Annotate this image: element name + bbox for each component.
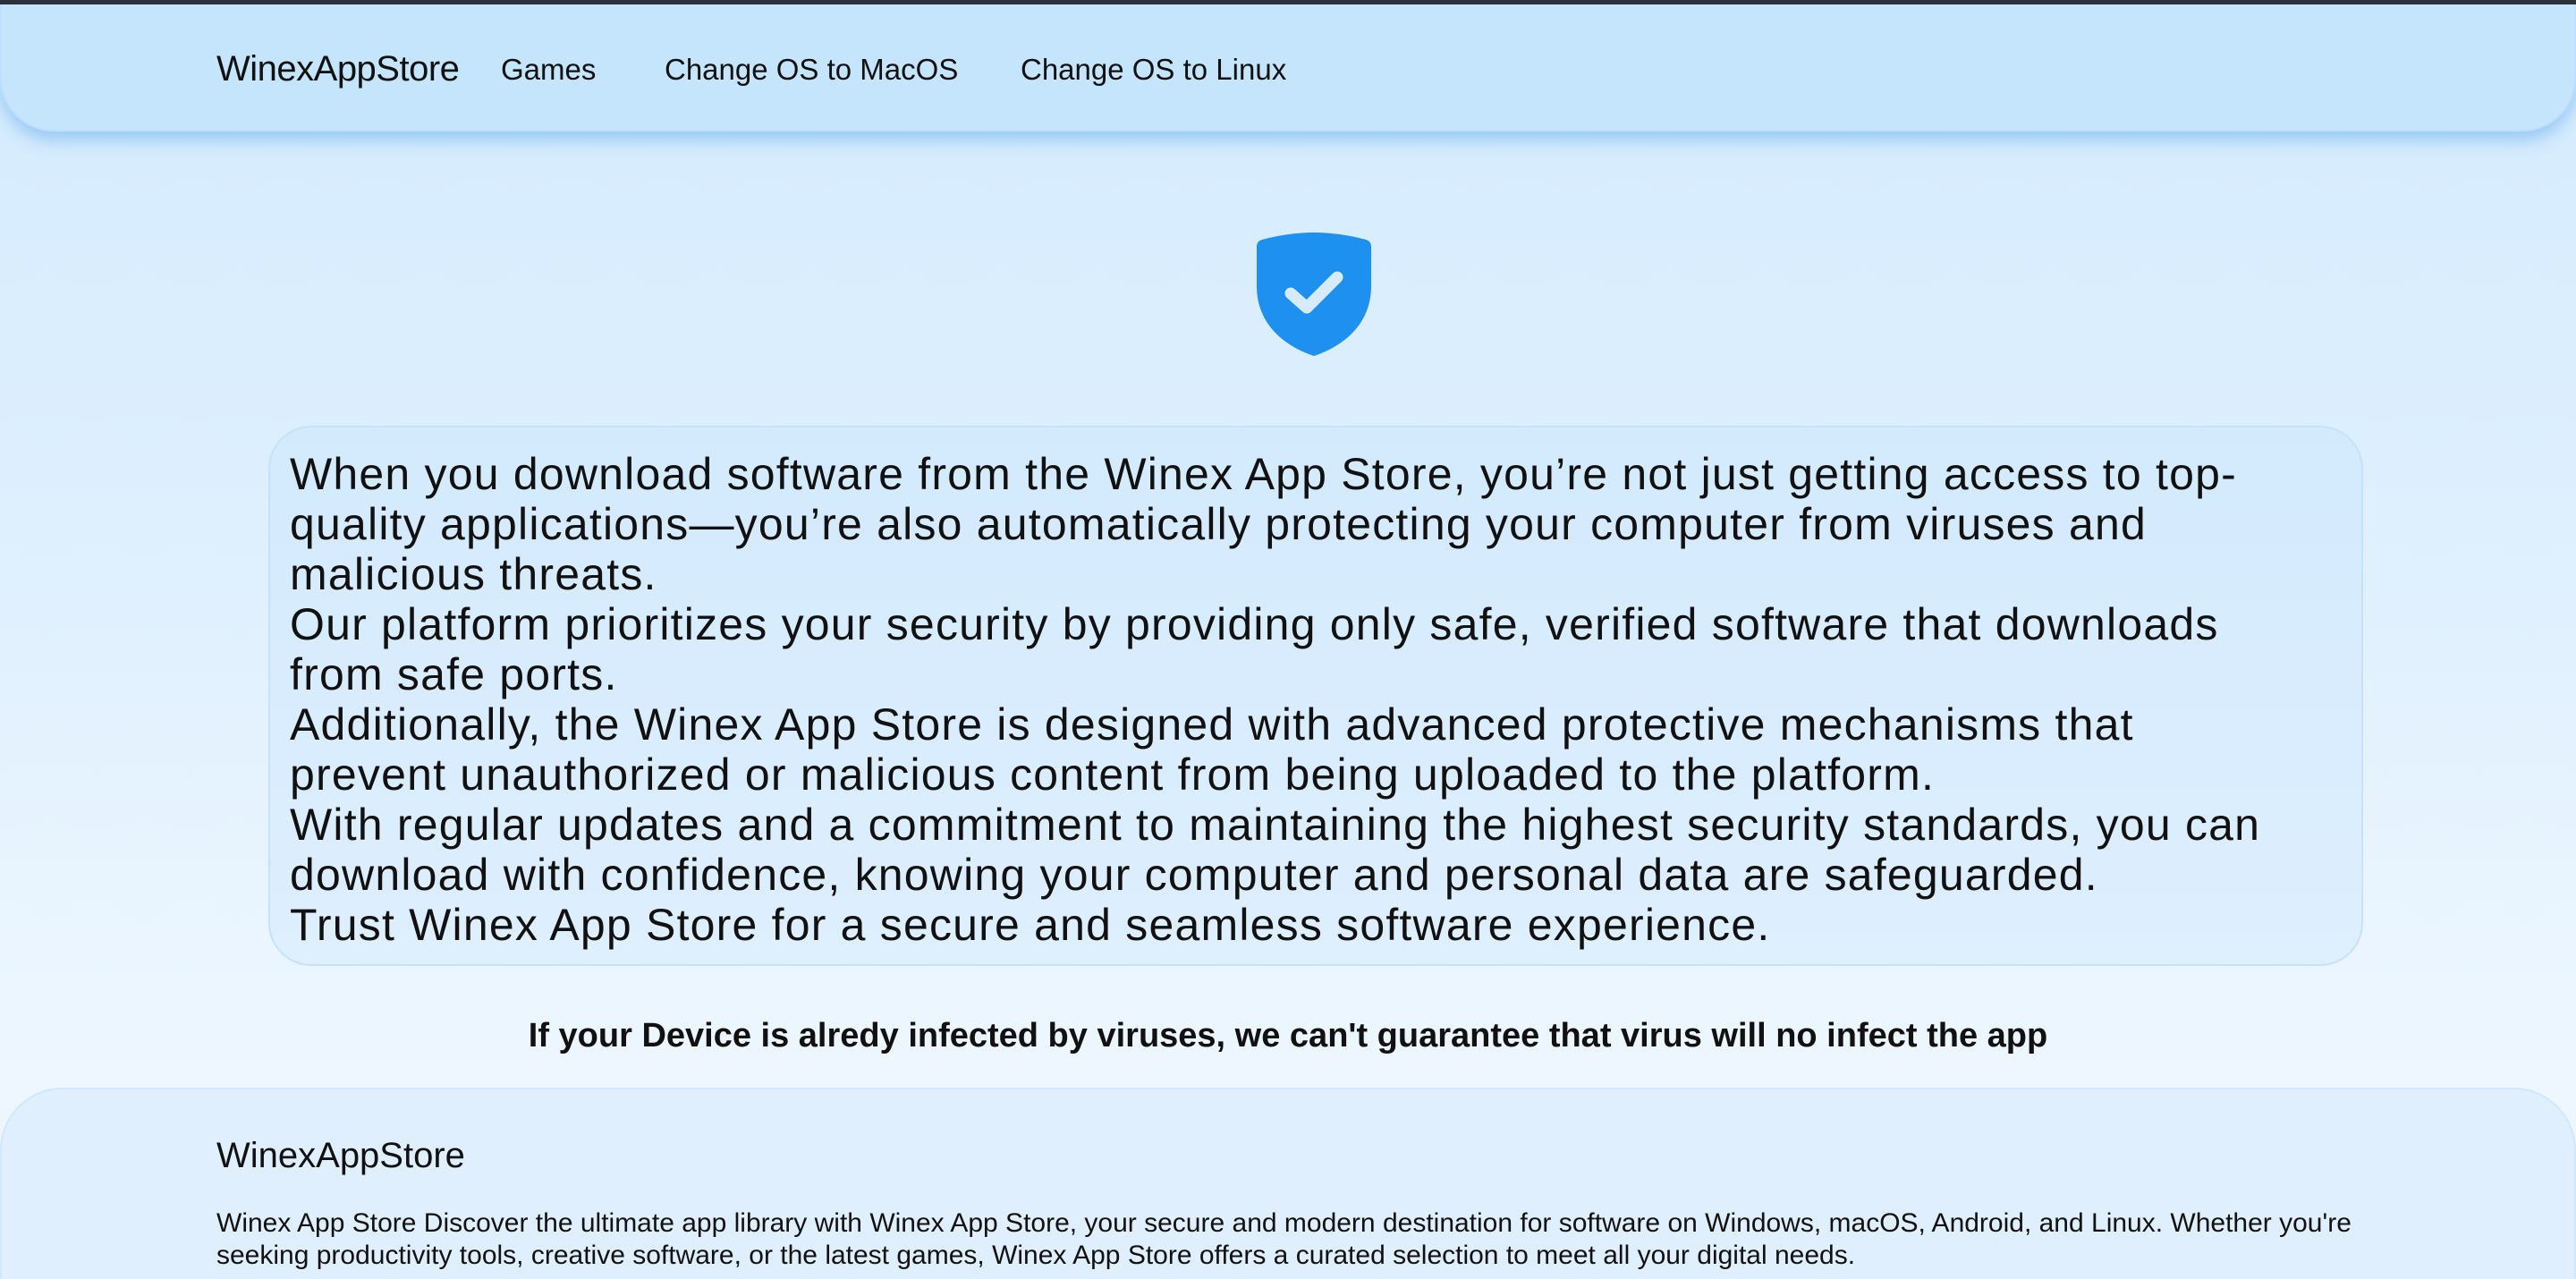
infection-warning-text: If your Device is alredy infected by vir… (528, 1017, 2048, 1055)
paragraph-3-line-2: prevent unauthorized or malicious conten… (290, 750, 1936, 800)
shield-check-icon (1257, 233, 1371, 356)
paragraph-3-line-1: Additionally, the Winex App Store is des… (290, 699, 2134, 750)
nav-link-games[interactable]: Games (501, 53, 596, 87)
paragraph-4-line-1: With regular updates and a commitment to… (290, 800, 2261, 850)
brand-logo-link[interactable]: WinexAppStore (216, 49, 460, 89)
paragraph-2-line-1: Our platform prioritizes your security b… (290, 599, 2219, 649)
nav-link-change-os-macos[interactable]: Change OS to MacOS (665, 53, 958, 87)
security-paragraph-3: Additionally, the Winex App Store is des… (290, 699, 2134, 800)
footer-brand: WinexAppStore (216, 1136, 465, 1175)
security-paragraph-2: Our platform prioritizes your security b… (290, 599, 2219, 699)
paragraph-4-line-2: download with confidence, knowing your c… (290, 850, 2098, 900)
nav-link-change-os-linux[interactable]: Change OS to Linux (1021, 53, 1286, 87)
paragraph-2-line-2: from safe ports. (290, 649, 618, 699)
paragraph-1-line-1: When you download software from the Wine… (290, 449, 2237, 499)
top-navbar: WinexAppStore Games Change OS to MacOS C… (0, 4, 2576, 131)
footer-description: Winex App Store Discover the ultimate ap… (216, 1208, 2351, 1270)
security-paragraph-5: Trust Winex App Store for a secure and s… (290, 900, 1770, 950)
site-footer: WinexAppStore Winex App Store Discover t… (0, 1088, 2576, 1279)
security-paragraph-4: With regular updates and a commitment to… (290, 800, 2260, 900)
paragraph-1-line-3: malicious threats. (290, 549, 657, 599)
paragraph-1-line-2: quality applications—you’re also automat… (290, 499, 2147, 549)
paragraph-5-line-1: Trust Winex App Store for a secure and s… (290, 900, 1771, 950)
security-info-card: When you download software from the Wine… (268, 426, 2363, 966)
security-paragraph-1: When you download software from the Wine… (290, 449, 2237, 599)
